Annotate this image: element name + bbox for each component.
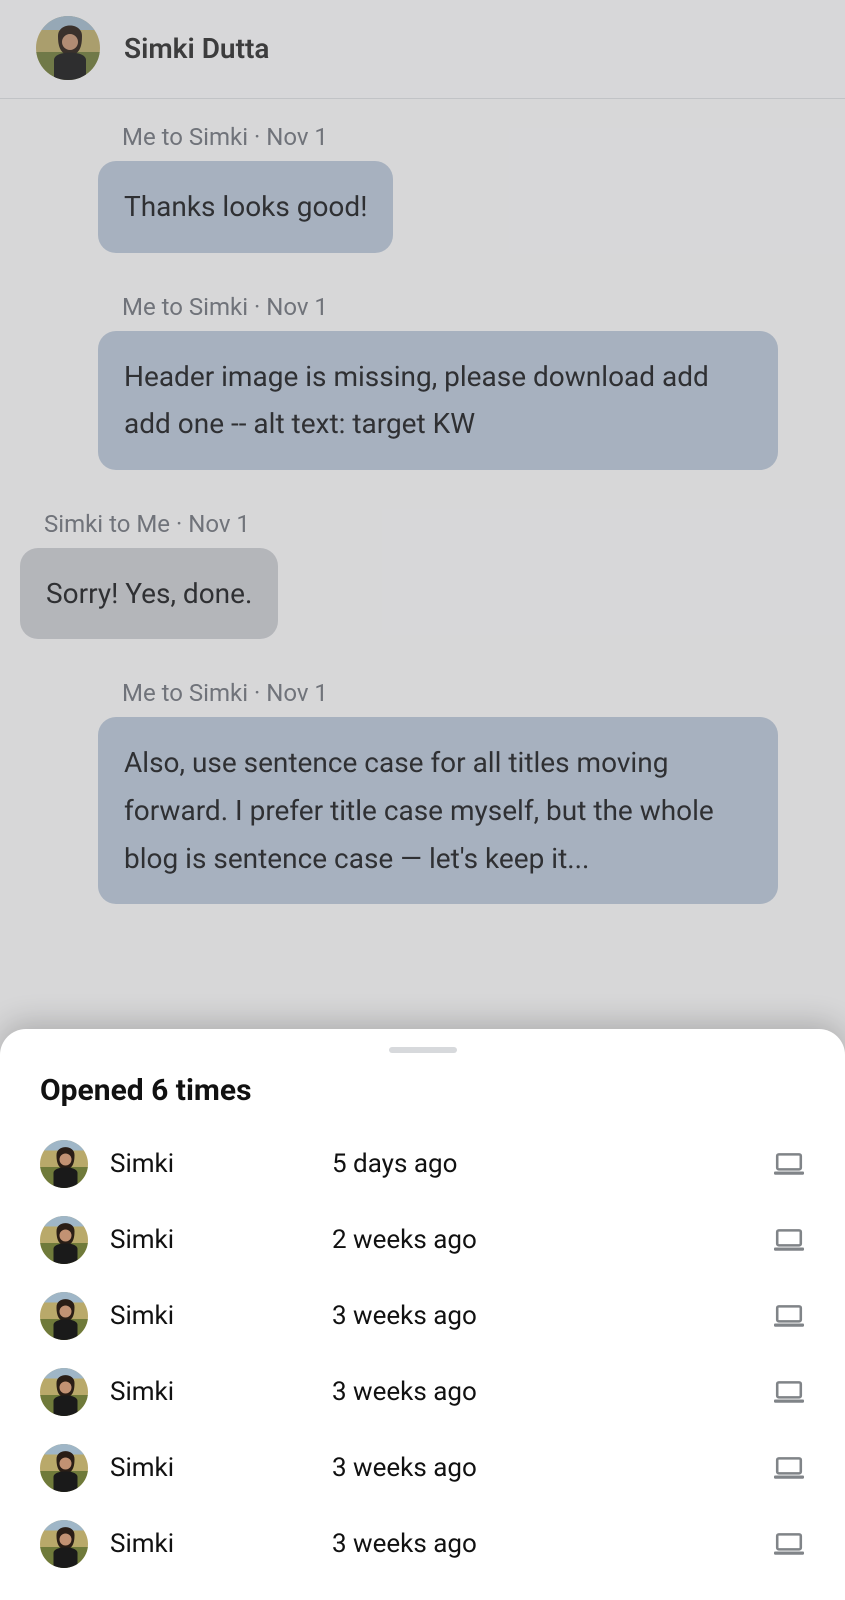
opener-name: Simki	[110, 1529, 310, 1559]
message-out: Me to Simki · Nov 1 Header image is miss…	[98, 293, 778, 470]
laptop-icon	[773, 1452, 805, 1484]
opened-when: 3 weeks ago	[332, 1377, 751, 1407]
message-meta: Me to Simki · Nov 1	[98, 679, 778, 707]
opener-avatar	[40, 1368, 88, 1416]
message-out: Me to Simki · Nov 1 Thanks looks good!	[98, 123, 393, 253]
message-out: Me to Simki · Nov 1 Also, use sentence c…	[98, 679, 778, 904]
open-row[interactable]: Simki 2 weeks ago	[0, 1202, 845, 1278]
message-meta: Me to Simki · Nov 1	[98, 293, 778, 321]
message-bubble[interactable]: Sorry! Yes, done.	[20, 548, 278, 640]
opens-list: Simki 5 days ago Simki 2 weeks ago Simki…	[0, 1126, 845, 1582]
opener-name: Simki	[110, 1453, 310, 1483]
message-bubble[interactable]: Also, use sentence case for all titles m…	[98, 717, 778, 904]
open-row[interactable]: Simki 3 weeks ago	[0, 1430, 845, 1506]
opener-name: Simki	[110, 1301, 310, 1331]
message-meta: Me to Simki · Nov 1	[98, 123, 393, 151]
open-row[interactable]: Simki 3 weeks ago	[0, 1278, 845, 1354]
message-bubble[interactable]: Thanks looks good!	[98, 161, 393, 253]
opener-name: Simki	[110, 1377, 310, 1407]
message-meta: Simki to Me · Nov 1	[20, 510, 278, 538]
laptop-icon	[773, 1528, 805, 1560]
opens-bottom-sheet: Opened 6 times Simki 5 days ago Simki 2 …	[0, 1029, 845, 1600]
message-thread: Me to Simki · Nov 1 Thanks looks good! M…	[0, 99, 845, 904]
laptop-icon	[773, 1224, 805, 1256]
chat-header: Simki Dutta	[0, 0, 845, 99]
open-row[interactable]: Simki 5 days ago	[0, 1126, 845, 1202]
opened-when: 2 weeks ago	[332, 1225, 751, 1255]
laptop-icon	[773, 1300, 805, 1332]
message-bubble[interactable]: Header image is missing, please download…	[98, 331, 778, 470]
laptop-icon	[773, 1148, 805, 1180]
sheet-title: Opened 6 times	[0, 1073, 845, 1126]
open-row[interactable]: Simki 3 weeks ago	[0, 1354, 845, 1430]
laptop-icon	[773, 1376, 805, 1408]
opened-when: 3 weeks ago	[332, 1301, 751, 1331]
sheet-grab-handle[interactable]	[389, 1047, 457, 1053]
opener-avatar	[40, 1140, 88, 1188]
opener-avatar	[40, 1520, 88, 1568]
opener-name: Simki	[110, 1225, 310, 1255]
opened-when: 3 weeks ago	[332, 1453, 751, 1483]
opened-when: 5 days ago	[332, 1149, 751, 1179]
opened-when: 3 weeks ago	[332, 1529, 751, 1559]
opener-avatar	[40, 1216, 88, 1264]
contact-avatar[interactable]	[36, 16, 100, 80]
contact-name[interactable]: Simki Dutta	[124, 32, 269, 65]
opener-avatar	[40, 1444, 88, 1492]
message-in: Simki to Me · Nov 1 Sorry! Yes, done.	[20, 510, 278, 640]
opener-name: Simki	[110, 1149, 310, 1179]
open-row[interactable]: Simki 3 weeks ago	[0, 1506, 845, 1582]
opener-avatar	[40, 1292, 88, 1340]
